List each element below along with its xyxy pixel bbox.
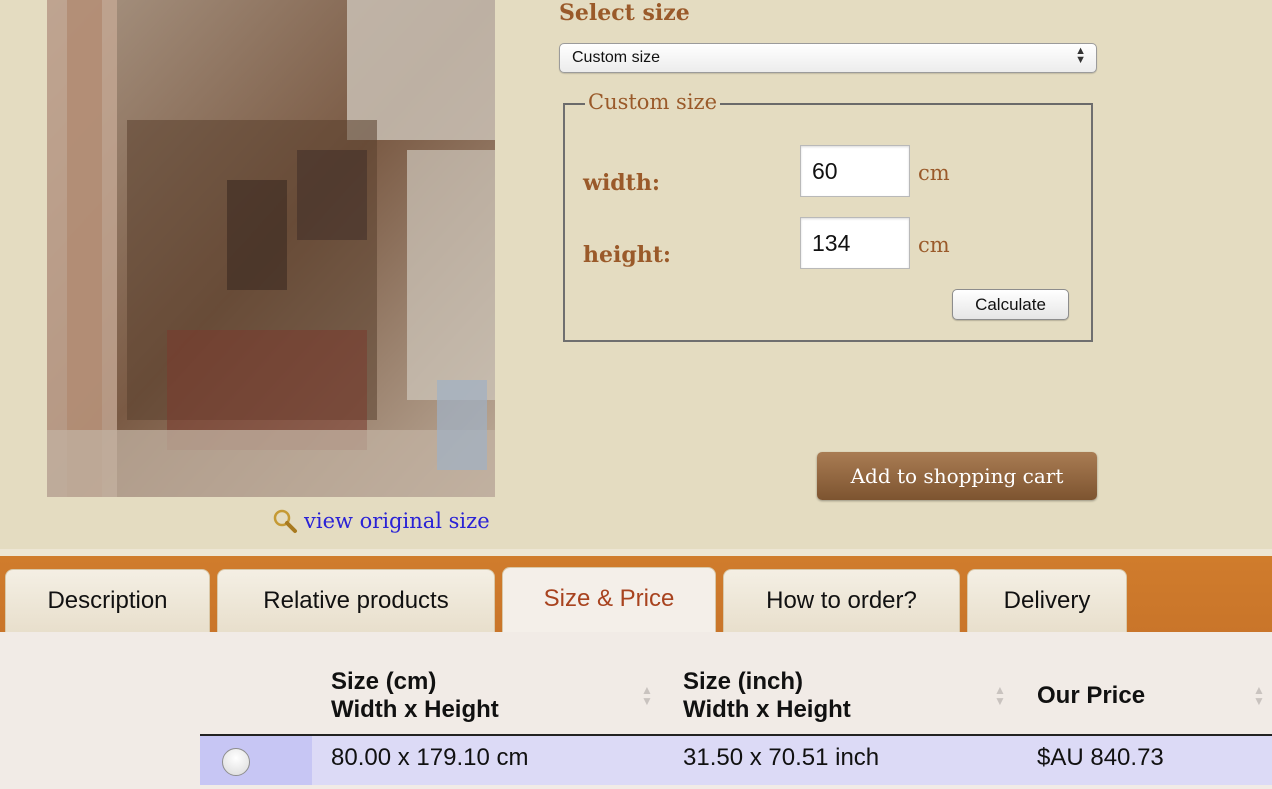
- size-radio-button[interactable]: [222, 748, 250, 776]
- tab-description[interactable]: Description: [5, 569, 210, 632]
- calculate-button[interactable]: Calculate: [952, 289, 1069, 320]
- view-original-size-link[interactable]: view original size: [272, 508, 490, 534]
- width-label: width:: [583, 170, 660, 196]
- painting-image[interactable]: [47, 0, 495, 497]
- add-to-cart-button[interactable]: Add to shopping cart: [817, 452, 1097, 500]
- select-size-title: Select size: [559, 0, 690, 26]
- height-input[interactable]: 134: [800, 217, 910, 269]
- tab-how-to-order[interactable]: How to order?: [723, 569, 960, 632]
- height-unit: cm: [918, 233, 950, 257]
- sort-icon[interactable]: ▲ ▼: [641, 684, 653, 707]
- col-header-size-cm[interactable]: Size (cm) Width x Height: [331, 668, 499, 724]
- col-header-size-cm-line1: Size (cm): [331, 668, 437, 695]
- select-arrows-icon: ▲ ▼: [1075, 45, 1086, 66]
- col-header-size-cm-line2: Width x Height: [331, 696, 499, 723]
- sort-icon[interactable]: ▲ ▼: [1253, 684, 1265, 707]
- size-select-value: Custom size: [572, 49, 661, 66]
- col-header-size-inch-line2: Width x Height: [683, 696, 851, 723]
- size-select[interactable]: Custom size ▲ ▼: [559, 43, 1097, 73]
- height-label: height:: [583, 242, 672, 268]
- width-input[interactable]: 60: [800, 145, 910, 197]
- tab-size-price[interactable]: Size & Price: [502, 567, 716, 633]
- col-header-size-inch-line1: Size (inch): [683, 668, 804, 695]
- tab-relative-products[interactable]: Relative products: [217, 569, 495, 632]
- col-header-size-inch[interactable]: Size (inch) Width x Height: [683, 668, 851, 724]
- custom-size-legend: Custom size: [585, 90, 721, 114]
- cell-size-cm: 80.00 x 179.10 cm: [331, 744, 529, 771]
- width-unit: cm: [918, 161, 950, 185]
- radio-cell: [200, 736, 312, 785]
- tab-delivery[interactable]: Delivery: [967, 569, 1127, 632]
- tab-band-top: [0, 549, 1272, 556]
- col-header-our-price[interactable]: Our Price: [1037, 682, 1145, 710]
- view-original-label: view original size: [304, 509, 490, 533]
- cell-price: $AU 840.73: [1037, 744, 1164, 771]
- cell-size-inch: 31.50 x 70.51 inch: [683, 744, 880, 771]
- magnifier-icon: [273, 509, 297, 533]
- sort-icon[interactable]: ▲ ▼: [994, 684, 1006, 707]
